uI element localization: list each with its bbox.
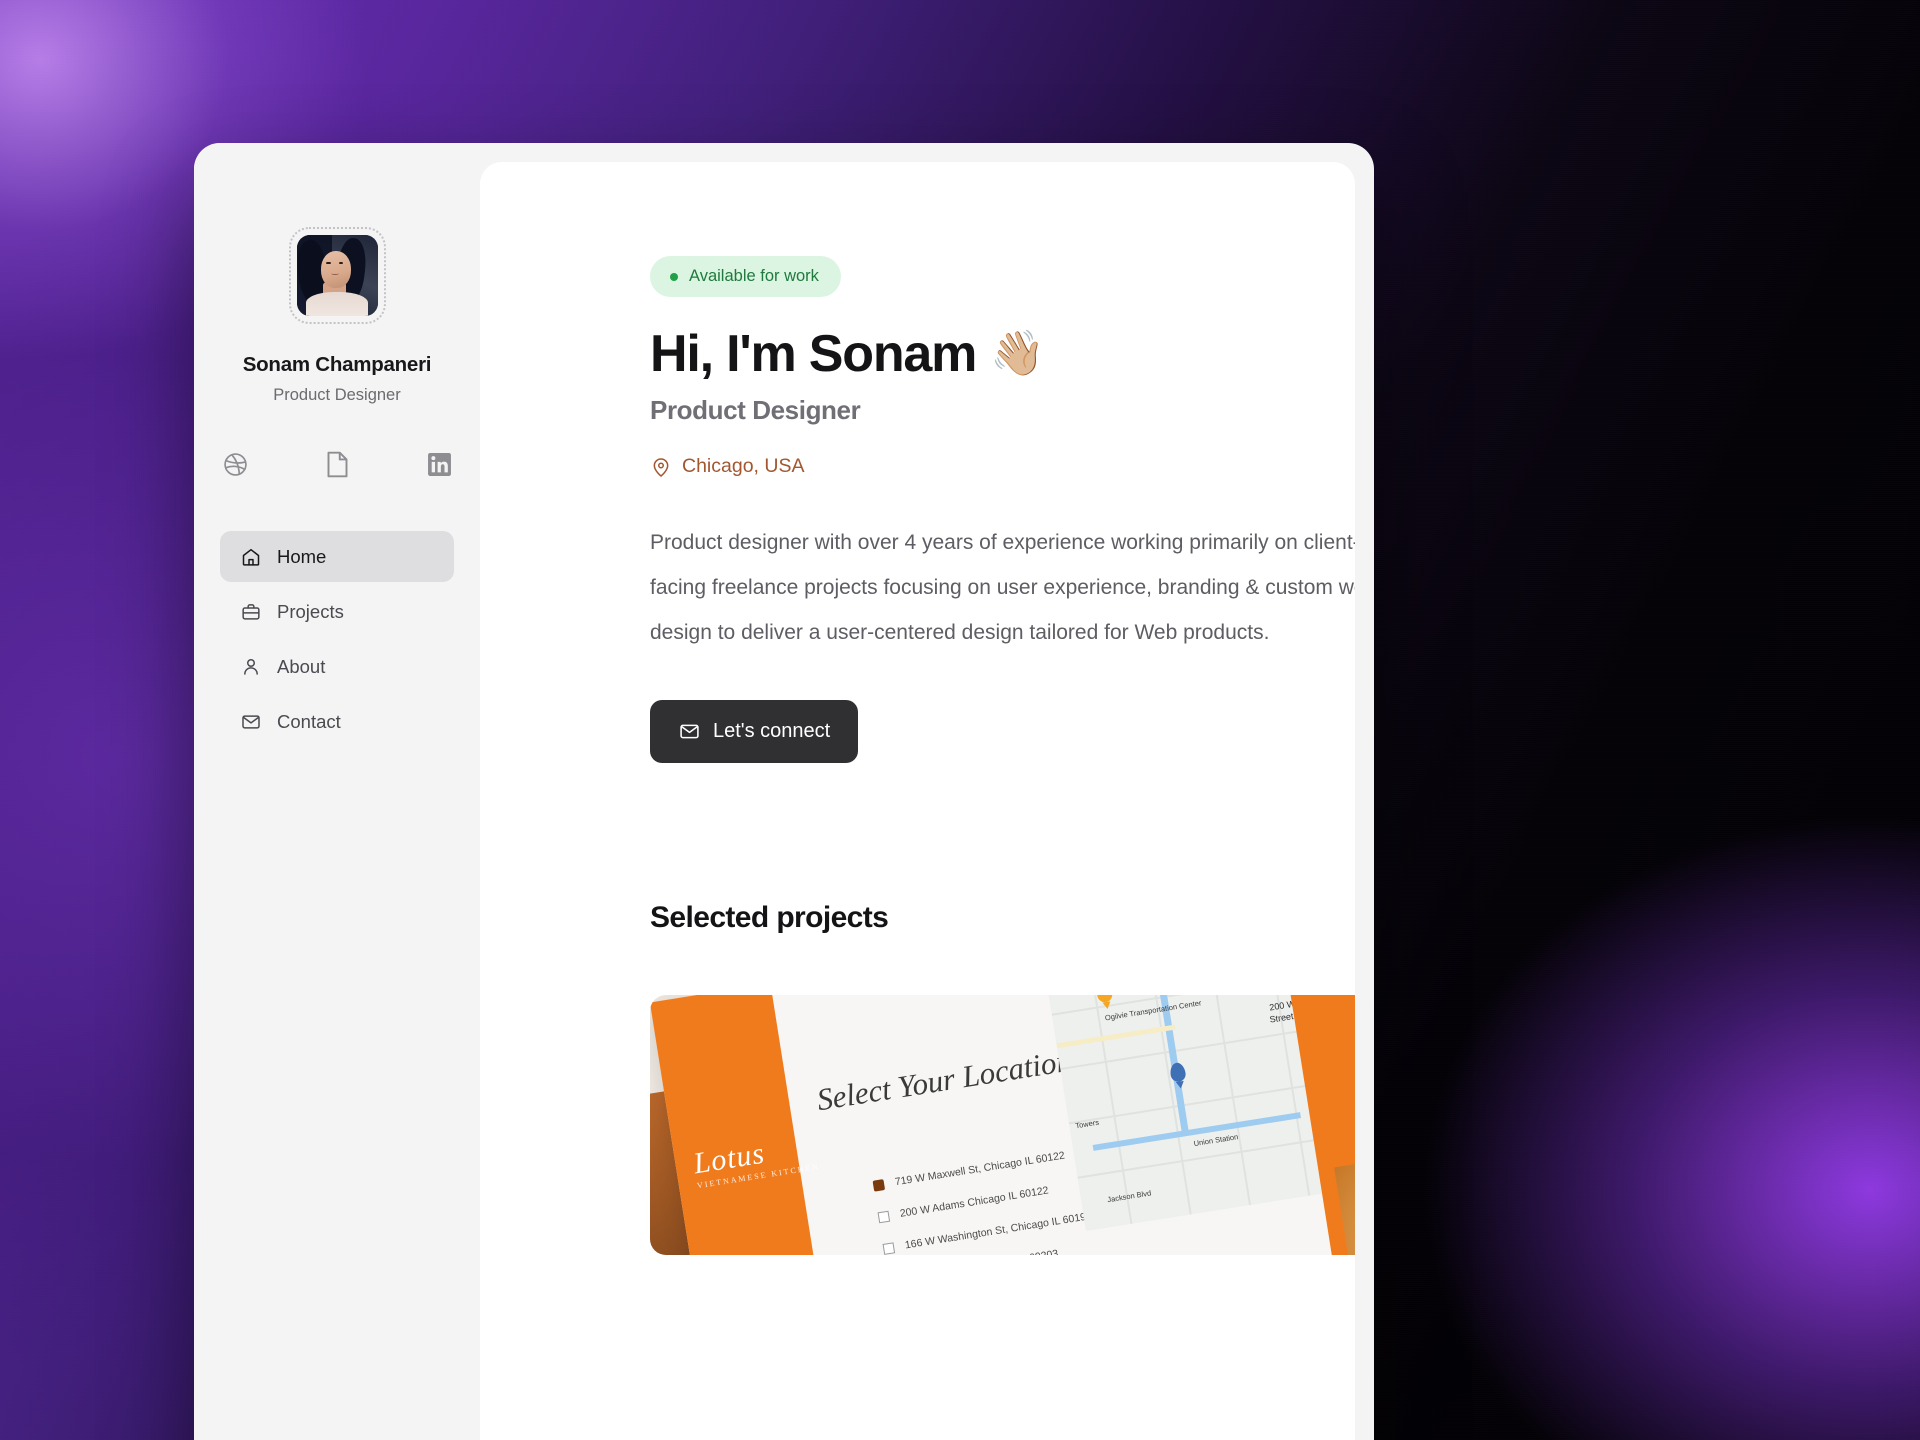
profile-name: Sonam Champaneri <box>242 353 432 376</box>
location-option-label: 166 W Washington St, Chicago IL 60192 <box>904 1210 1093 1252</box>
sidebar-item-projects[interactable]: Projects <box>220 586 454 637</box>
project-card[interactable]: Steak Lotus VIETNAMESE KITCHEN Select Yo… <box>650 995 1355 1256</box>
page-title: Hi, I'm Sonam 👋🏼 <box>650 326 1355 382</box>
portfolio-window: Sonam Champaneri Product Designer Home P… <box>194 143 1374 1440</box>
map-label: Union Station <box>1192 1132 1239 1149</box>
sidebar: Sonam Champaneri Product Designer Home P… <box>194 143 480 1440</box>
section-title-selected-projects: Selected projects <box>650 901 889 935</box>
sidebar-item-home[interactable]: Home <box>220 531 454 582</box>
hero-heading-text: Hi, I'm Sonam <box>650 325 977 383</box>
mockup-title: Select Your Location <box>814 1042 1074 1118</box>
radio-icon <box>882 1241 896 1255</box>
hero-subheading: Product Designer <box>650 395 861 426</box>
location-option-label: 200 W Adams Chicago IL 60122 <box>899 1184 1050 1221</box>
lets-connect-label: Let's connect <box>713 720 831 743</box>
linkedin-icon[interactable] <box>424 449 454 479</box>
home-icon <box>240 546 261 567</box>
user-icon <box>240 656 261 677</box>
sidebar-nav: Home Projects About Contact <box>220 531 454 747</box>
sidebar-item-label: Projects <box>277 600 344 622</box>
avatar <box>296 235 378 316</box>
briefcase-icon <box>240 601 261 622</box>
sidebar-item-label: About <box>277 655 326 677</box>
radio-checked-icon <box>872 1178 886 1192</box>
profile-role: Product Designer <box>273 386 401 404</box>
project-mockup: Steak Lotus VIETNAMESE KITCHEN Select Yo… <box>650 995 1355 1256</box>
location-option-label: 719 W Maxwell St, Chicago IL 60122 <box>894 1149 1066 1189</box>
bio-paragraph: Product designer with over 4 years of ex… <box>650 531 1355 645</box>
social-links <box>220 449 454 479</box>
map-label: Jackson Blvd <box>1106 1188 1152 1205</box>
resume-file-icon[interactable] <box>322 449 352 479</box>
status-badge: Available for work <box>650 256 841 297</box>
location-options: 719 W Maxwell St, Chicago IL 60122 200 W… <box>872 1147 1097 1255</box>
radio-icon <box>877 1210 891 1223</box>
status-dot-icon <box>670 272 678 281</box>
map-pin-icon <box>650 456 671 477</box>
map-pin-icon <box>1168 1061 1187 1083</box>
main-content: Available for work Hi, I'm Sonam 👋🏼 Prod… <box>480 162 1355 1440</box>
waving-hand-emoji: 👋🏼 <box>990 329 1045 379</box>
sidebar-item-label: Contact <box>277 710 341 732</box>
map-pin-icon <box>1095 995 1114 1004</box>
avatar-frame <box>288 227 386 324</box>
sidebar-item-contact[interactable]: Contact <box>220 696 454 747</box>
envelope-icon <box>240 711 261 732</box>
sidebar-item-label: Home <box>277 545 327 567</box>
sidebar-item-about[interactable]: About <box>220 641 454 692</box>
dribbble-icon[interactable] <box>220 449 250 479</box>
mockup-page: Lotus VIETNAMESE KITCHEN Select Your Loc… <box>650 995 1355 1256</box>
status-badge-label: Available for work <box>689 267 819 285</box>
map-label: Towers <box>1074 1117 1100 1131</box>
location: Chicago, USA <box>650 455 1355 478</box>
page-background: Sonam Champaneri Product Designer Home P… <box>0 0 1920 1440</box>
lets-connect-button[interactable]: Let's connect <box>650 700 859 764</box>
location-option-label: 818 S Wolcott Chicago IL 69203 <box>909 1248 1059 1255</box>
envelope-icon <box>678 721 700 743</box>
location-label: Chicago, USA <box>682 455 805 478</box>
